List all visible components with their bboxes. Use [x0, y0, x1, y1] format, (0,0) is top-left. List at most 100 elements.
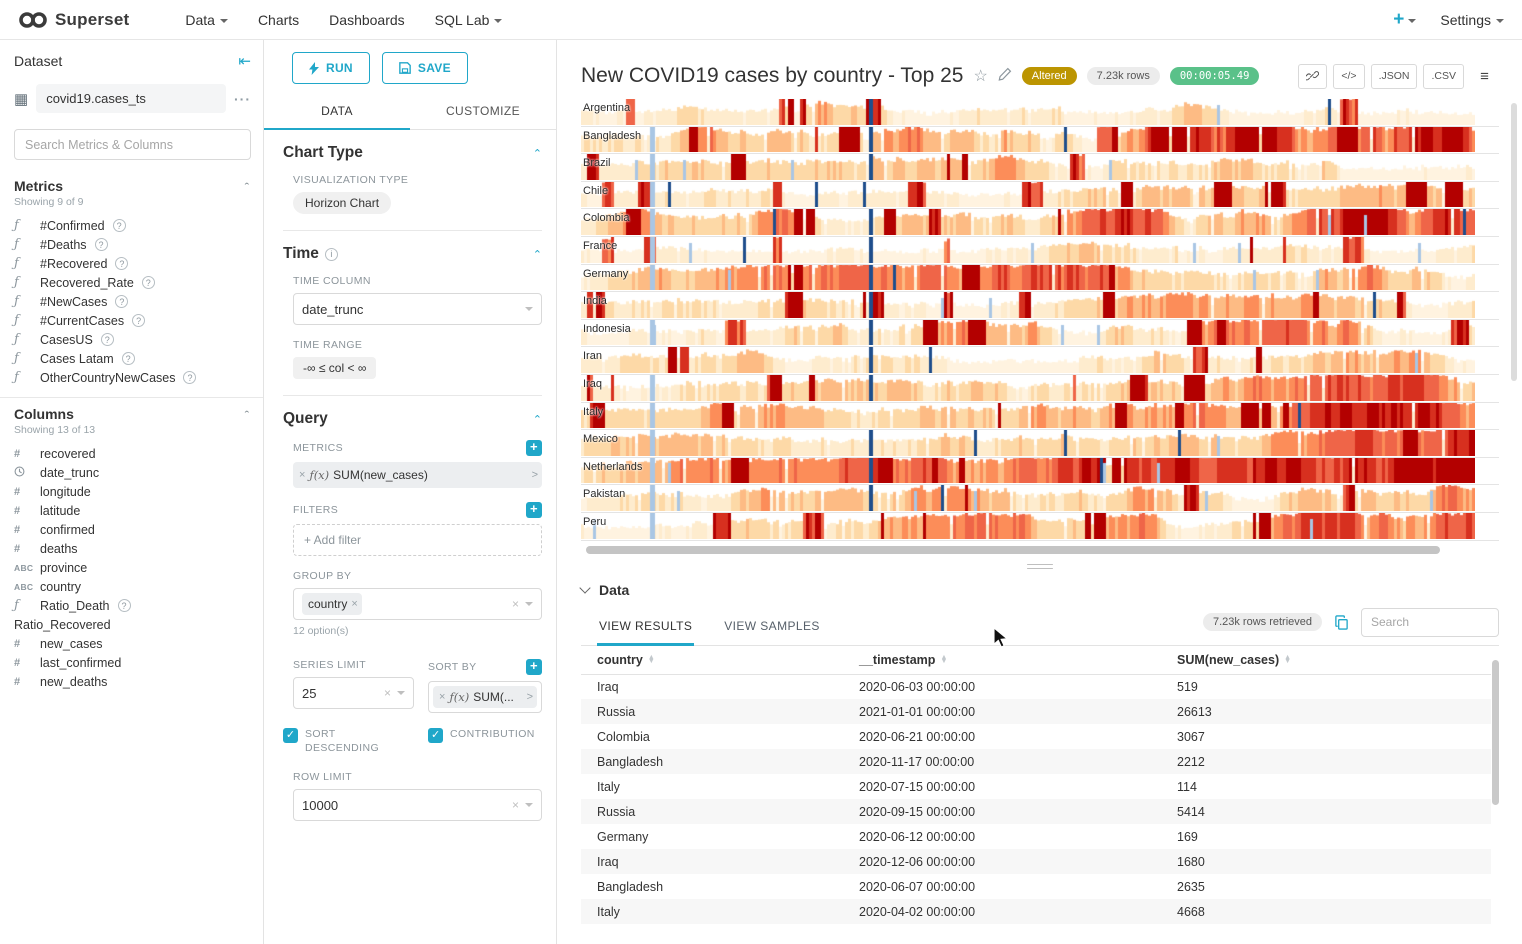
- horizon-row[interactable]: Netherlands: [581, 458, 1499, 486]
- horizon-row[interactable]: Italy: [581, 403, 1499, 431]
- help-icon[interactable]: ?: [142, 276, 155, 289]
- help-icon[interactable]: ?: [113, 219, 126, 232]
- help-icon[interactable]: ?: [122, 352, 135, 365]
- horizon-row[interactable]: Argentina: [581, 99, 1499, 127]
- metric-item[interactable]: ƒ#Deaths?: [14, 235, 251, 254]
- results-column-header[interactable]: country▲▼: [581, 646, 843, 675]
- remove-group-by-icon[interactable]: ×: [351, 598, 357, 610]
- clear-icon[interactable]: ×: [512, 597, 519, 611]
- metric-item[interactable]: ƒ#NewCases?: [14, 292, 251, 311]
- collapse-section-icon[interactable]: ⌃: [533, 413, 542, 426]
- table-row[interactable]: Colombia2020-06-21 00:00:003067: [581, 724, 1491, 749]
- add-metric-button[interactable]: +: [526, 440, 542, 456]
- data-section-toggle[interactable]: Data: [581, 582, 1499, 598]
- chart-vertical-scrollbar[interactable]: [1511, 103, 1517, 381]
- tab-data[interactable]: DATA: [264, 94, 410, 129]
- save-button[interactable]: SAVE: [382, 52, 468, 84]
- sort-icon[interactable]: ▲▼: [1284, 656, 1291, 665]
- column-item[interactable]: ABCcountry: [14, 577, 251, 596]
- help-icon[interactable]: ?: [118, 599, 131, 612]
- horizon-row[interactable]: Indonesia: [581, 320, 1499, 348]
- group-by-chip[interactable]: country ×: [302, 593, 362, 615]
- column-item[interactable]: date_trunc: [14, 463, 251, 482]
- horizon-row[interactable]: Colombia: [581, 209, 1499, 237]
- table-row[interactable]: Italy2020-07-15 00:00:00114: [581, 774, 1491, 799]
- column-item[interactable]: #deaths: [14, 539, 251, 558]
- sort-icon[interactable]: ▲▼: [940, 656, 947, 665]
- table-row[interactable]: Russia2020-09-15 00:00:005414: [581, 799, 1491, 824]
- horizon-row[interactable]: France: [581, 237, 1499, 265]
- horizon-row[interactable]: Germany: [581, 265, 1499, 293]
- metric-chip[interactable]: × ƒ(x) SUM(new_cases) >: [293, 462, 542, 488]
- add-sort-by-button[interactable]: +: [526, 659, 542, 675]
- remove-sort-by-icon[interactable]: ×: [439, 691, 445, 703]
- horizon-row[interactable]: Peru: [581, 513, 1499, 541]
- export-csv-button[interactable]: .CSV: [1423, 64, 1464, 89]
- sort-icon[interactable]: ▲▼: [648, 656, 655, 665]
- time-range-value[interactable]: -∞ ≤ col < ∞: [293, 357, 376, 379]
- metric-item[interactable]: ƒ#Recovered?: [14, 254, 251, 273]
- metrics-columns-search-input[interactable]: [14, 129, 251, 160]
- altered-badge[interactable]: Altered: [1022, 67, 1077, 85]
- copy-data-icon[interactable]: [1334, 615, 1349, 630]
- collapse-metrics-icon[interactable]: ⌃: [243, 182, 251, 191]
- collapse-columns-icon[interactable]: ⌃: [243, 410, 251, 419]
- horizon-row[interactable]: Chile: [581, 182, 1499, 210]
- horizon-row[interactable]: India: [581, 292, 1499, 320]
- column-item[interactable]: Ratio_Recovered: [14, 615, 251, 634]
- time-column-select[interactable]: date_trunc: [293, 293, 542, 325]
- remove-metric-icon[interactable]: ×: [299, 469, 305, 481]
- chart-horizontal-scrollbar[interactable]: [586, 546, 1440, 554]
- superset-brand[interactable]: Superset: [18, 10, 129, 30]
- dataset-name[interactable]: covid19.cases_ts: [36, 84, 226, 113]
- results-search-input[interactable]: [1361, 608, 1499, 637]
- column-item[interactable]: #longitude: [14, 482, 251, 501]
- settings-menu[interactable]: Settings: [1440, 12, 1504, 28]
- table-row[interactable]: Iraq2020-12-06 00:00:001680: [581, 849, 1491, 874]
- add-filter-dropzone[interactable]: + Add filter: [293, 524, 542, 556]
- viz-type-value[interactable]: Horizon Chart: [293, 192, 391, 214]
- horizon-row[interactable]: Iran: [581, 347, 1499, 375]
- sort-descending-checkbox[interactable]: ✓ SORT DESCENDING: [283, 727, 414, 755]
- horizon-row[interactable]: Bangladesh: [581, 127, 1499, 155]
- edit-properties-icon[interactable]: [998, 67, 1012, 86]
- results-column-header[interactable]: __timestamp▲▼: [843, 646, 1161, 675]
- dataset-options-icon[interactable]: ···: [234, 91, 251, 107]
- collapse-section-icon[interactable]: ⌃: [533, 147, 542, 160]
- clear-icon[interactable]: ×: [384, 686, 391, 700]
- chart-menu-icon[interactable]: ≡: [1470, 64, 1499, 89]
- new-menu-button[interactable]: +: [1393, 10, 1416, 29]
- nav-item-sqllab[interactable]: SQL Lab: [435, 12, 503, 28]
- row-limit-select[interactable]: 10000 ×: [293, 789, 542, 821]
- horizon-row[interactable]: Brazil: [581, 154, 1499, 182]
- help-icon[interactable]: ?: [115, 257, 128, 270]
- column-item[interactable]: ƒRatio_Death?: [14, 596, 251, 615]
- sort-by-select[interactable]: × ƒ(x) SUM(... >: [428, 681, 542, 713]
- series-limit-select[interactable]: 25 ×: [293, 677, 414, 709]
- copy-link-button[interactable]: [1298, 64, 1327, 89]
- help-icon[interactable]: ?: [101, 333, 114, 346]
- column-item[interactable]: #recovered: [14, 444, 251, 463]
- metric-item[interactable]: ƒOtherCountryNewCases?: [14, 368, 251, 387]
- table-row[interactable]: Bangladesh2020-06-07 00:00:002635: [581, 874, 1491, 899]
- tab-view-samples[interactable]: VIEW SAMPLES: [722, 609, 822, 645]
- table-row[interactable]: Iraq2020-06-03 00:00:00519: [581, 674, 1491, 699]
- embed-code-button[interactable]: </>: [1333, 64, 1364, 89]
- column-item[interactable]: #latitude: [14, 501, 251, 520]
- sort-by-chip[interactable]: × ƒ(x) SUM(... >: [433, 686, 537, 708]
- contribution-checkbox[interactable]: ✓ CONTRIBUTION: [428, 727, 542, 755]
- collapse-panel-icon[interactable]: ⇤: [238, 52, 251, 70]
- run-button[interactable]: RUN: [292, 52, 370, 84]
- table-row[interactable]: Italy2020-04-02 00:00:004668: [581, 899, 1491, 924]
- table-vertical-scrollbar[interactable]: [1492, 660, 1499, 805]
- help-icon[interactable]: ?: [115, 295, 128, 308]
- column-item[interactable]: ABCprovince: [14, 558, 251, 577]
- help-icon[interactable]: ?: [95, 238, 108, 251]
- horizon-row[interactable]: Mexico: [581, 430, 1499, 458]
- tab-view-results[interactable]: VIEW RESULTS: [597, 609, 694, 645]
- horizon-row[interactable]: Pakistan: [581, 485, 1499, 513]
- metric-item[interactable]: ƒ#CurrentCases?: [14, 311, 251, 330]
- group-by-select[interactable]: country × ×: [293, 588, 542, 620]
- favorite-star-icon[interactable]: ☆: [973, 66, 987, 86]
- export-json-button[interactable]: .JSON: [1371, 64, 1418, 89]
